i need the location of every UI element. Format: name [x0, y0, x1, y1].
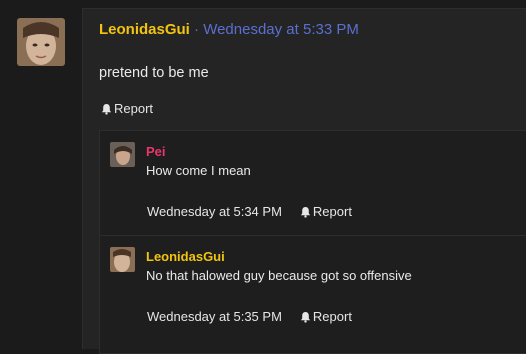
bell-icon [300, 311, 310, 323]
replies-list: Pei How come I mean Wednesday at 5:34 PM… [99, 130, 526, 354]
avatar[interactable] [17, 18, 65, 66]
reply-timestamp[interactable]: Wednesday at 5:35 PM [147, 309, 282, 324]
separator: · [194, 21, 200, 38]
post-header: LeonidasGui · Wednesday at 5:33 PM [99, 21, 359, 38]
reply-author[interactable]: Pei [146, 144, 166, 159]
post-timestamp[interactable]: Wednesday at 5:33 PM [203, 21, 359, 38]
avatar[interactable] [110, 142, 135, 167]
reply-text: No that halowed guy because got so offen… [146, 268, 412, 283]
post-body: pretend to be me [99, 65, 209, 81]
reply-item: Pei How come I mean Wednesday at 5:34 PM… [100, 131, 526, 231]
report-label: Report [114, 101, 154, 116]
reply-timestamp[interactable]: Wednesday at 5:34 PM [147, 204, 282, 219]
reply-meta: Wednesday at 5:35 PM Report [147, 309, 352, 324]
report-label: Report [312, 204, 352, 219]
reply-author[interactable]: LeonidasGui [146, 249, 225, 264]
post-author[interactable]: LeonidasGui [99, 21, 190, 38]
reply-item: LeonidasGui No that halowed guy because … [100, 235, 526, 336]
report-link[interactable]: Report [300, 309, 352, 324]
report-label: Report [312, 309, 352, 324]
avatar-column [0, 0, 82, 348]
bell-icon [101, 103, 112, 115]
reply-text: How come I mean [146, 163, 251, 178]
report-link[interactable]: Report [300, 204, 352, 219]
avatar[interactable] [110, 247, 135, 272]
report-link[interactable]: Report [101, 101, 153, 116]
reply-meta: Wednesday at 5:34 PM Report [147, 204, 352, 219]
bell-icon [300, 206, 310, 218]
message-post: LeonidasGui · Wednesday at 5:33 PM prete… [82, 8, 526, 354]
